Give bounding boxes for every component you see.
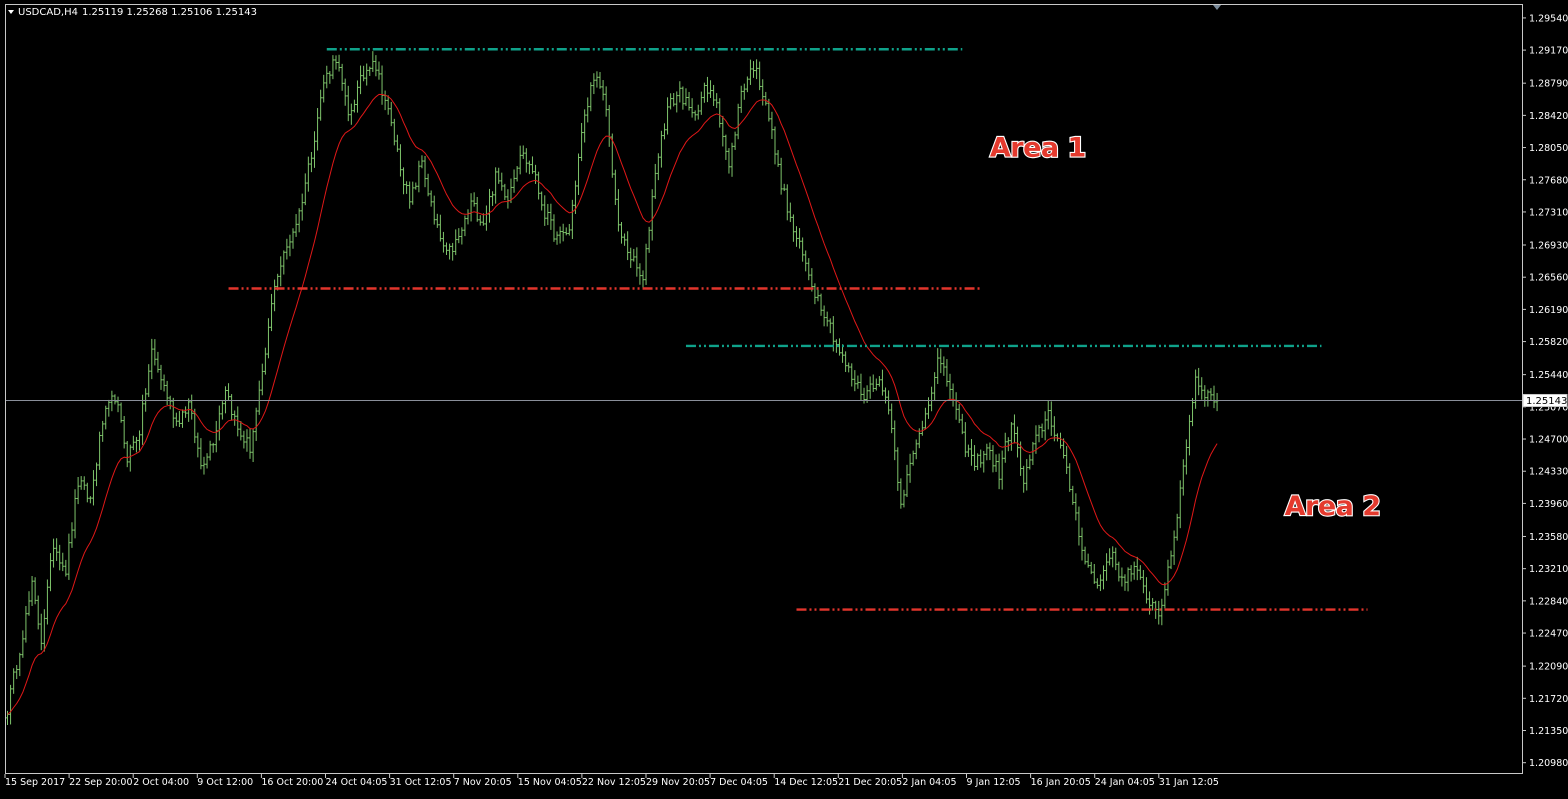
price-tick-label: 1.25820 [1529,337,1568,348]
price-tick-label: 1.21350 [1529,726,1568,737]
price-tick-label: 1.26190 [1529,305,1568,316]
current-price-label: 1.25143 [1526,396,1567,407]
price-tick-label: 1.29540 [1529,13,1568,24]
chart-header: USDCAD,H4 1.25119 1.25268 1.25106 1.2514… [8,7,257,18]
price-tick-label: 1.24700 [1529,435,1568,446]
price-tick-label: 1.28420 [1529,111,1568,122]
price-tick-label: 1.22090 [1529,662,1568,673]
price-tick-label: 1.27310 [1529,207,1568,218]
time-tick-label: 22 Sep 20:00 [69,777,132,788]
price-tick-label: 1.22470 [1529,629,1568,640]
price-tick-label: 1.23210 [1529,564,1568,575]
time-tick-label: 29 Nov 20:05 [646,777,710,788]
time-tick-label: 22 Nov 12:05 [582,777,646,788]
price-tick-label: 1.28790 [1529,79,1568,90]
time-tick-label: 24 Oct 04:05 [326,777,388,788]
price-tick-label: 1.26930 [1529,241,1568,252]
time-tick-label: 14 Dec 12:05 [774,777,838,788]
price-chart[interactable]: 1.29540 1.29170 1.28790 1.28420 1.28050 1.276… [0,0,1568,795]
header-ohlc: 1.25119 1.25268 1.25106 1.25143 [82,7,257,18]
time-tick-label: 2 Oct 04:00 [133,777,189,788]
time-tick-label: 21 Dec 20:05 [838,777,902,788]
price-tick-label: 1.23580 [1529,532,1568,543]
time-tick-label: 9 Oct 12:00 [197,777,253,788]
header-symbol: USDCAD,H4 [18,7,78,18]
price-tick-label: 1.26560 [1529,273,1568,284]
time-tick-label: 31 Jan 12:05 [1159,777,1219,788]
price-tick-label: 1.21720 [1529,694,1568,705]
price-tick-label: 1.22840 [1529,596,1568,607]
time-tick-label: 2 Jan 04:05 [902,777,956,788]
price-tick-label: 1.25440 [1529,370,1568,381]
time-tick-label: 7 Nov 20:05 [454,777,512,788]
time-tick-label: 15 Sep 2017 [5,777,65,788]
price-tick-label: 1.24330 [1529,467,1568,478]
time-tick-label: 24 Jan 04:05 [1095,777,1155,788]
price-tick-label: 1.20980 [1529,758,1568,769]
time-tick-label: 31 Oct 12:05 [390,777,452,788]
time-axis[interactable]: 15 Sep 2017 22 Sep 20:00 2 Oct 04:00 9 Oct … [4,774,1219,788]
chart-window[interactable]: 1.29540 1.29170 1.28790 1.28420 1.28050 1.276… [0,0,1568,795]
time-tick-label: 9 Jan 12:05 [967,777,1021,788]
price-tick-label: 1.23960 [1529,499,1568,510]
time-tick-label: 16 Oct 20:00 [261,777,323,788]
plot-background [0,0,1568,795]
price-tick-label: 1.28050 [1529,143,1568,154]
area-annotation-label: Area 2 [1285,491,1381,522]
time-tick-label: 16 Jan 20:05 [1031,777,1091,788]
price-tick-label: 1.29170 [1529,46,1568,57]
price-tick-label: 1.27680 [1529,175,1568,186]
area-annotation-label: Area 1 [990,133,1086,164]
time-tick-label: 7 Dec 04:05 [710,777,768,788]
time-tick-label: 15 Nov 04:05 [518,777,582,788]
current-price-marker: 1.25143 [1522,393,1568,407]
